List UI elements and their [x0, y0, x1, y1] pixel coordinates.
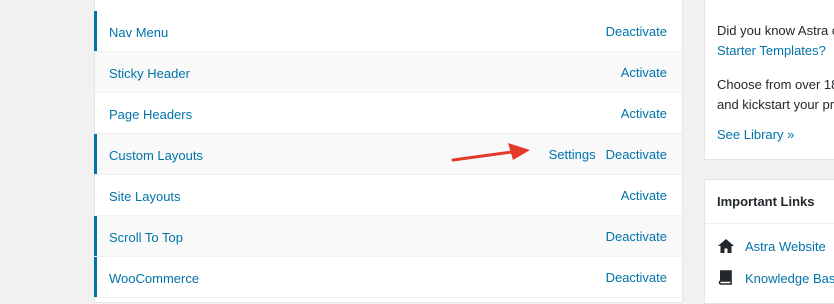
module-name: Site Layouts [109, 189, 181, 204]
module-row-woocommerce: WooCommerce Deactivate [94, 257, 682, 298]
promo-text: Choose from over 18 [717, 77, 834, 92]
module-row-scroll-to-top: Scroll To Top Deactivate [94, 216, 682, 257]
starter-templates-link[interactable]: Starter Templates? [717, 43, 826, 58]
modules-list: Nav Menu Deactivate Sticky Header Activa… [94, 0, 683, 303]
module-row-sticky-header: Sticky Header Activate [95, 52, 682, 93]
module-row-custom-layouts: Custom Layouts Settings Deactivate [94, 134, 682, 175]
starter-templates-card: Did you know Astra c Starter Templates? … [704, 0, 834, 160]
module-name: Page Headers [109, 107, 193, 122]
deactivate-link[interactable]: Deactivate [606, 270, 667, 286]
activate-link[interactable]: Activate [621, 65, 667, 81]
module-name: Custom Layouts [109, 148, 203, 163]
activate-link[interactable]: Activate [621, 188, 667, 204]
module-row-nav-menu: Nav Menu Deactivate [94, 11, 682, 52]
link-item-knowledge-base[interactable]: Knowledge Bas [717, 269, 834, 287]
deactivate-link[interactable]: Deactivate [606, 24, 667, 40]
book-icon [718, 270, 732, 285]
module-name: Scroll To Top [109, 230, 183, 245]
module-name: Nav Menu [109, 25, 169, 40]
promo-text: and kickstart your pr [717, 97, 834, 112]
deactivate-link[interactable]: Deactivate [606, 147, 667, 163]
module-name: WooCommerce [109, 271, 200, 286]
activate-link[interactable]: Activate [621, 106, 667, 122]
important-links-title: Important Links [705, 180, 834, 224]
astra-website-link[interactable]: Astra Website [745, 239, 826, 254]
home-icon [718, 239, 734, 253]
link-item-astra-website[interactable]: Astra Website [717, 237, 826, 255]
module-name: Sticky Header [109, 66, 190, 81]
deactivate-link[interactable]: Deactivate [606, 229, 667, 245]
module-row-page-headers: Page Headers Activate [95, 93, 682, 134]
annotation-arrow-icon [451, 143, 530, 162]
see-library-link[interactable]: See Library » [717, 127, 794, 142]
knowledge-base-link[interactable]: Knowledge Bas [745, 271, 834, 286]
settings-link[interactable]: Settings [549, 147, 596, 163]
module-row-site-layouts: Site Layouts Activate [95, 175, 682, 216]
important-links-card: Important Links Astra Website Knowledge … [704, 179, 834, 304]
promo-text: Did you know Astra c [717, 23, 834, 38]
